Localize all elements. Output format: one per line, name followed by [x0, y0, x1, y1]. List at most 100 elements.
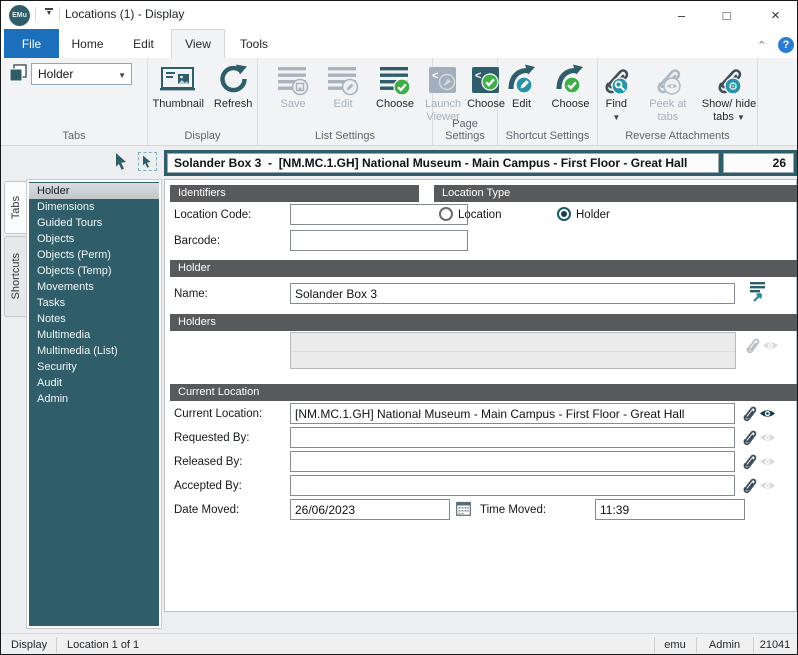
tab-item-multimedia[interactable]: Multimedia — [29, 327, 159, 343]
calendar-icon[interactable] — [454, 499, 472, 518]
tab-item-objects-perm[interactable]: Objects (Perm) — [29, 247, 159, 263]
list-choose-button[interactable]: Choose — [376, 62, 414, 111]
thumbnail-button[interactable]: Thumbnail — [153, 62, 204, 111]
attach-icon[interactable] — [740, 476, 758, 501]
view-attachment-eye-icon-disabled — [759, 431, 776, 449]
accepted-by-label: Accepted By: — [174, 476, 242, 496]
button-label: Refresh — [214, 98, 253, 111]
tab-item-security[interactable]: Security — [29, 359, 159, 375]
time-moved-input[interactable]: 11:39 — [595, 499, 745, 520]
current-location-input[interactable]: [NM.MC.1.GH] National Museum - Main Camp… — [290, 403, 735, 424]
collapse-ribbon-icon[interactable]: ⌃ — [757, 39, 766, 52]
shortcut-edit-button[interactable]: Edit — [506, 62, 538, 111]
record-count-value: 26 — [773, 156, 786, 170]
location-code-label: Location Code: — [174, 205, 251, 225]
launch-viewer-icon: < — [428, 62, 458, 98]
group-label-shortcut-settings: Shortcut Settings — [498, 130, 597, 142]
tab-item-multimedia-list[interactable]: Multimedia (List) — [29, 343, 159, 359]
minimize-button[interactable]: – — [659, 1, 704, 29]
button-label: Show/ hide tabs ▼ — [701, 98, 757, 124]
help-icon[interactable]: ? — [778, 37, 794, 53]
chevron-down-icon: ▼ — [737, 113, 745, 122]
tab-select-combobox[interactable]: Holder ▼ — [31, 63, 132, 85]
requested-by-input[interactable] — [290, 427, 735, 448]
rail-tab-shortcuts[interactable]: Shortcuts — [4, 236, 26, 317]
svg-text:<: < — [475, 70, 481, 82]
tab-view[interactable]: View — [171, 29, 225, 58]
rail-tab-label: Tabs — [10, 196, 22, 219]
status-record-info: Location 1 of 1 — [67, 634, 139, 655]
tabs-stack-icon[interactable] — [8, 63, 28, 88]
current-location-label: Current Location: — [174, 404, 262, 424]
shortcut-choose-button[interactable]: Choose — [552, 62, 590, 111]
select-region-icon[interactable] — [138, 152, 157, 171]
lookup-list-icon[interactable] — [749, 281, 766, 308]
barcode-label: Barcode: — [174, 231, 220, 251]
tab-item-notes[interactable]: Notes — [29, 311, 159, 327]
maximize-button[interactable]: □ — [704, 1, 749, 29]
holder-form: Identifiers Location Code: Barcode: Loca… — [164, 179, 797, 612]
group-label-list-settings: List Settings — [258, 130, 432, 142]
accepted-by-input[interactable] — [290, 475, 735, 496]
status-mode: Display — [11, 634, 47, 655]
select-cursor-icon[interactable] — [113, 152, 130, 176]
tab-item-admin[interactable]: Admin — [29, 391, 159, 407]
svg-text:⚙: ⚙ — [728, 81, 738, 93]
ribbon-tab-row: File Home Edit View Tools — [1, 29, 797, 58]
find-attachments-button[interactable]: Find ▼ — [598, 62, 635, 124]
emu-logo-icon: EMu — [9, 5, 30, 26]
status-user: Admin — [696, 634, 753, 655]
quick-access-toolbar-dropdown[interactable]: ▼ — [42, 8, 56, 21]
name-input[interactable]: Solander Box 3 — [290, 283, 735, 304]
view-attachment-eye-icon[interactable] — [759, 407, 776, 425]
date-moved-label: Date Moved: — [174, 500, 239, 520]
released-by-input[interactable] — [290, 451, 735, 472]
radio-holder[interactable] — [557, 207, 571, 221]
close-button[interactable]: × — [753, 1, 798, 29]
tab-item-tasks[interactable]: Tasks — [29, 295, 159, 311]
ribbon-group-shortcut-settings: Edit Choose Shortcut Settings — [498, 58, 598, 145]
svg-text:<: < — [432, 70, 438, 82]
button-label: Choose — [552, 98, 590, 111]
list-edit-icon — [326, 62, 360, 98]
chevron-down-icon: ▼ — [118, 71, 126, 80]
button-label: Thumbnail — [153, 98, 204, 111]
tab-item-guided-tours[interactable]: Guided Tours — [29, 215, 159, 231]
tab-list: Holder Dimensions Guided Tours Objects O… — [29, 182, 159, 626]
tab-item-holder[interactable]: Holder — [29, 183, 159, 199]
tab-item-movements[interactable]: Movements — [29, 279, 159, 295]
barcode-input[interactable] — [290, 230, 468, 251]
status-record-id: 21041 — [753, 634, 797, 655]
time-moved-label: Time Moved: — [480, 500, 546, 520]
date-moved-input[interactable]: 26/06/2023 — [290, 499, 450, 520]
refresh-button[interactable]: Refresh — [214, 62, 253, 111]
show-hide-tabs-button[interactable]: ⚙ Show/ hide tabs ▼ — [701, 62, 757, 124]
thumbnail-icon — [160, 62, 196, 98]
button-label: Edit — [512, 98, 531, 111]
ribbon-group-list-settings: Save Edit — [258, 58, 433, 145]
rail-tab-tabs[interactable]: Tabs — [4, 181, 26, 234]
tab-item-audit[interactable]: Audit — [29, 375, 159, 391]
radio-holder-label: Holder — [576, 205, 610, 225]
tab-file[interactable]: File — [4, 29, 59, 58]
record-count: 26 — [723, 153, 794, 173]
peek-at-tabs-button: Peek at tabs — [645, 62, 691, 124]
tab-home[interactable]: Home — [59, 29, 116, 58]
requested-by-label: Requested By: — [174, 428, 249, 448]
holders-listbox — [290, 332, 736, 369]
name-label: Name: — [174, 284, 208, 304]
tab-item-objects[interactable]: Objects — [29, 231, 159, 247]
tab-item-objects-temp[interactable]: Objects (Temp) — [29, 263, 159, 279]
record-summary-text: Solander Box 3 - [NM.MC.1.GH] National M… — [174, 156, 687, 170]
tab-item-dimensions[interactable]: Dimensions — [29, 199, 159, 215]
divider — [35, 7, 36, 22]
combo-value: Holder — [38, 67, 73, 81]
attach-icon[interactable] — [740, 404, 758, 429]
tab-edit[interactable]: Edit — [116, 29, 171, 58]
attach-icon[interactable] — [740, 452, 758, 477]
radio-location[interactable] — [439, 207, 453, 221]
tab-tools[interactable]: Tools — [225, 29, 283, 58]
attach-icon[interactable] — [740, 428, 758, 453]
radio-location-label: Location — [458, 205, 501, 225]
list-edit-button: Edit — [326, 62, 360, 111]
